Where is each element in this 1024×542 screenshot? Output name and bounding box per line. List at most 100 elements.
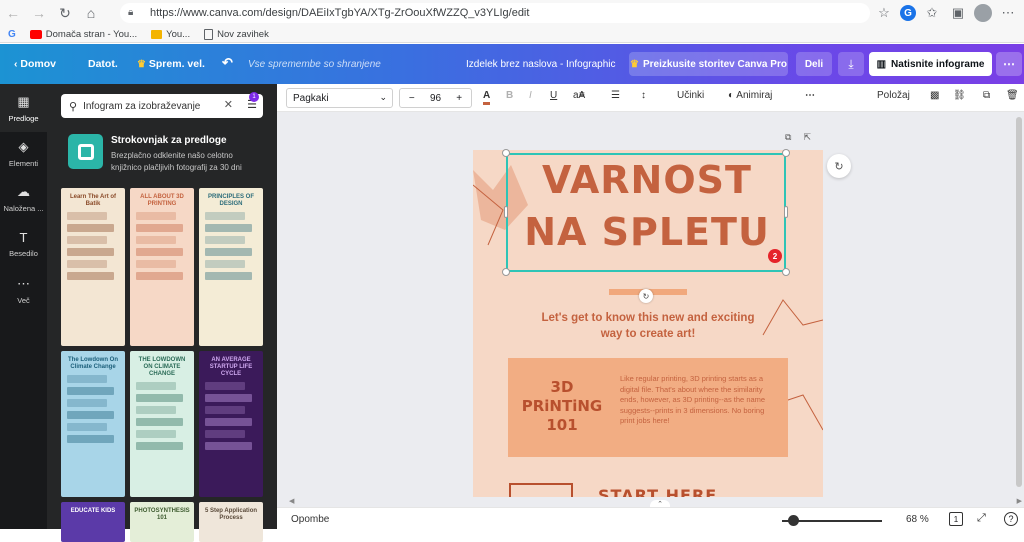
duplicate-icon[interactable]: ⧉ — [983, 90, 990, 101]
transparency-icon[interactable]: ▩ — [930, 90, 939, 101]
vertical-scrollbar[interactable] — [1013, 112, 1024, 497]
scroll-left-icon[interactable]: ◀ — [289, 497, 294, 505]
resize-handle[interactable] — [782, 268, 790, 276]
back-arrow-icon[interactable]: ← — [0, 0, 26, 26]
reload-icon[interactable]: ↻ — [52, 0, 78, 26]
fullscreen-icon[interactable]: ⤢ — [977, 512, 986, 525]
bookmark-google[interactable]: G — [8, 29, 16, 40]
more-options-icon[interactable]: ⋯ — [996, 52, 1022, 76]
share-button[interactable]: Deli — [796, 52, 832, 76]
print-button[interactable]: ▥ Natisnite infograme — [869, 52, 992, 76]
rail-item-more[interactable]: ⋯ Več — [0, 276, 47, 305]
position-button[interactable]: Položaj — [877, 90, 910, 101]
info-card[interactable]: 3D PRiNTiNG 101 Like regular printing, 3… — [508, 358, 788, 457]
rail-item-elements[interactable]: ◈ Elementi — [0, 139, 47, 168]
zoom-slider-knob[interactable] — [788, 515, 799, 526]
scroll-thumb[interactable] — [1016, 117, 1022, 487]
crown-icon: ♛ — [630, 58, 639, 70]
rail-item-uploads[interactable]: ☁ Naložena ... — [0, 184, 47, 213]
card-title[interactable]: 3D PRiNTiNG 101 — [512, 378, 612, 435]
link-icon[interactable]: ⛓ — [953, 90, 966, 101]
template-thumbnail[interactable]: ALL ABOUT 3D PRINTING — [130, 188, 194, 346]
animate-icon: ◐ — [728, 90, 735, 101]
animate-button[interactable]: ◐ Animiraj — [728, 90, 772, 101]
zoom-value[interactable]: 68 % — [906, 514, 929, 525]
selection-box[interactable] — [506, 153, 786, 272]
spacing-icon[interactable]: ↕ — [641, 90, 646, 101]
template-thumbnail[interactable]: 5 Step Application Process — [199, 502, 263, 542]
align-center-icon[interactable]: ≡ — [579, 90, 585, 101]
address-bar[interactable]: 🔒︎ https://www.canva.com/design/DAEiIxTg… — [120, 3, 870, 23]
template-thumbnail[interactable]: The Lowdown On Climate Change — [61, 351, 125, 497]
font-size-stepper[interactable]: − 96 + — [399, 88, 472, 108]
trash-icon[interactable]: 🗑︎ — [1006, 90, 1019, 101]
template-thumbnail-row — [67, 212, 107, 220]
template-thumbnail-row — [67, 224, 114, 232]
more-text-options-icon[interactable]: ⋯ — [805, 90, 815, 101]
template-thumbnail[interactable]: THE LOWDOWN ON CLIMATE CHANGE — [130, 351, 194, 497]
bookmark-folder[interactable]: You... — [151, 29, 190, 40]
rail-label: Več — [17, 296, 30, 305]
template-thumbnail[interactable]: EDUCATE KIDS — [61, 502, 125, 542]
collections-icon[interactable]: ▣ — [948, 3, 968, 23]
scroll-right-icon[interactable]: ▶ — [1017, 497, 1022, 505]
effects-button[interactable]: Učinki — [677, 90, 704, 101]
browser-menu-icon[interactable]: ⋯ — [998, 3, 1018, 23]
template-thumbnail[interactable]: PRINCIPLES OF DESIGN — [199, 188, 263, 346]
template-thumbnail-row — [67, 387, 114, 395]
design-title[interactable]: Izdelek brez naslova - Infographic — [466, 59, 616, 70]
rotate-handle-icon[interactable]: ↻ — [639, 289, 653, 303]
underline-icon[interactable]: U — [550, 90, 557, 101]
resize-handle[interactable] — [502, 268, 510, 276]
promo-title[interactable]: Strokovnjak za predloge — [111, 135, 227, 146]
increase-size-button[interactable]: + — [447, 93, 471, 104]
home-icon[interactable]: ⌂ — [78, 0, 104, 26]
refresh-icon[interactable]: ↻ — [827, 154, 851, 178]
favorites-icon[interactable]: ✩ — [922, 3, 942, 23]
template-thumbnail[interactable]: AN AVERAGE STARTUP LIFE CYCLE — [199, 351, 263, 497]
resize-handle[interactable] — [784, 206, 788, 218]
try-pro-button[interactable]: ♛ Preizkusite storitev Canva Pro — [629, 52, 788, 76]
profile-avatar[interactable] — [974, 4, 992, 22]
list-icon[interactable]: ☰ — [611, 90, 620, 101]
page-count-button[interactable]: 1 — [949, 512, 963, 526]
rail-item-text[interactable]: T Besedilo — [0, 230, 47, 258]
file-menu[interactable]: Datot. — [88, 58, 118, 70]
undo-icon[interactable]: ↶ — [222, 55, 233, 71]
bold-icon[interactable]: B — [506, 90, 513, 101]
resize-handle[interactable] — [502, 149, 510, 157]
resize-menu[interactable]: ♛ Sprem. vel. — [137, 58, 205, 70]
grammarly-extension-icon[interactable]: G — [900, 5, 916, 21]
template-thumbnail-row — [136, 248, 183, 256]
duplicate-page-icon[interactable]: ⧉ — [785, 132, 791, 143]
forward-arrow-icon[interactable]: → — [26, 0, 52, 26]
font-family-select[interactable]: Pagkaki ⌄ — [286, 88, 393, 108]
template-search-input[interactable]: ⚲ Infogram za izobraževanje ✕ ☰ 1 — [61, 92, 263, 118]
rail-label: Besedilo — [9, 249, 38, 258]
download-icon[interactable]: ⤓ — [838, 52, 864, 76]
resize-handle[interactable] — [504, 206, 508, 218]
rail-item-templates[interactable]: ▦ Predloge — [0, 84, 47, 132]
add-page-icon[interactable]: ⇱ — [803, 132, 811, 143]
bookmark-youtube[interactable]: Domača stran - You... — [29, 29, 137, 40]
elements-icon: ◈ — [18, 139, 29, 154]
clear-search-icon[interactable]: ✕ — [224, 98, 233, 111]
resize-handle[interactable] — [782, 149, 790, 157]
bookmark-label: Nov zavihek — [217, 28, 269, 40]
font-size-value[interactable]: 96 — [424, 93, 448, 104]
text-color-icon[interactable]: A — [483, 90, 491, 105]
template-thumbnail-title: ALL ABOUT 3D PRINTING — [140, 194, 184, 207]
template-thumbnail[interactable]: PHOTOSYNTHESIS 101 — [130, 502, 194, 542]
subheading-text[interactable]: Let's get to know this new and exciting … — [533, 310, 763, 342]
home-link[interactable]: ‹ Domov — [14, 58, 56, 70]
bookmark-label: You... — [166, 28, 191, 40]
decrease-size-button[interactable]: − — [400, 93, 424, 104]
notes-button[interactable]: Opombe — [291, 514, 329, 525]
help-icon[interactable]: ? — [1004, 512, 1018, 526]
template-thumbnail[interactable]: Learn The Art of Batik — [61, 188, 125, 346]
bookmark-new-tab[interactable]: Nov zavihek — [204, 28, 269, 40]
card-body-text[interactable]: Like regular printing, 3D printing start… — [620, 374, 772, 427]
star-add-icon[interactable]: ☆ — [874, 3, 894, 23]
italic-icon[interactable]: I — [529, 90, 532, 101]
template-thumbnail-row — [205, 236, 245, 244]
